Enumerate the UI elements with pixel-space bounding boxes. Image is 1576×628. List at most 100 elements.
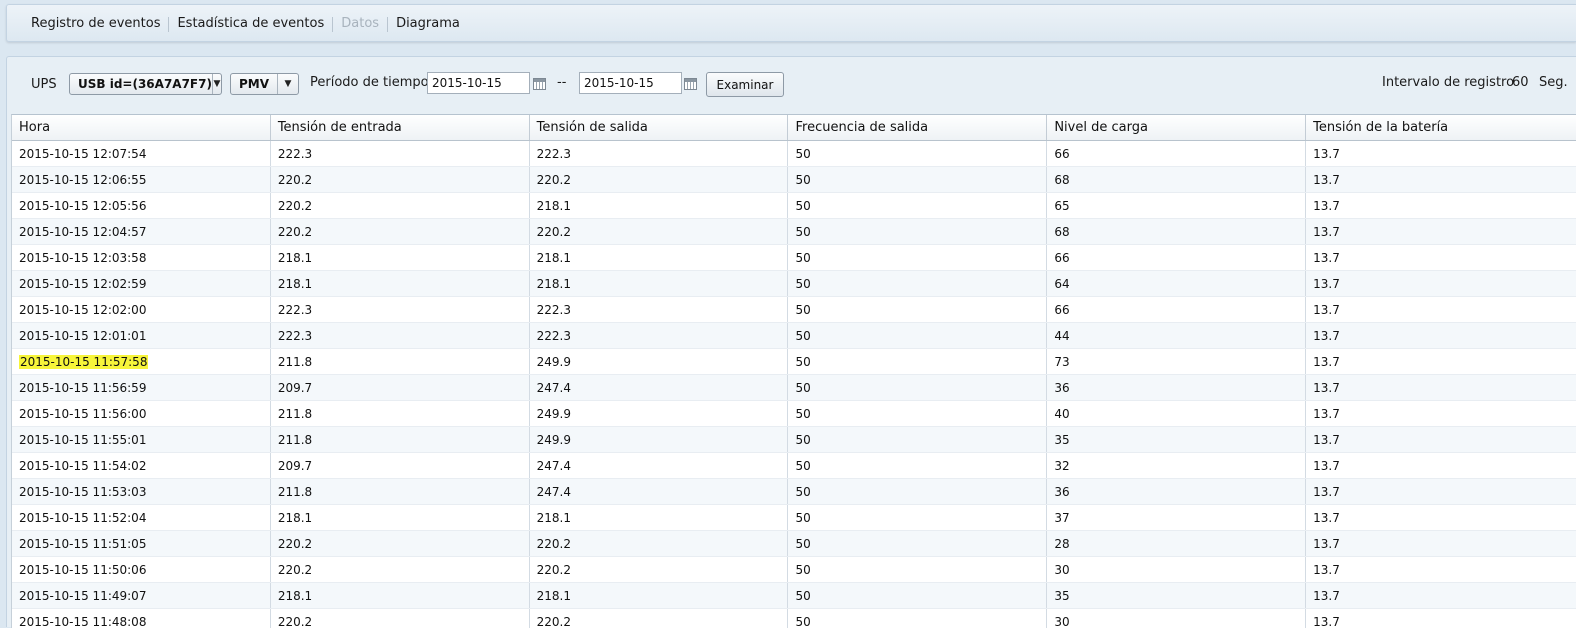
tension-entrada-cell: 222.3 [271, 297, 530, 322]
cell-value: 13.7 [1313, 355, 1340, 369]
hora-cell: 2015-10-15 12:07:54 [12, 141, 271, 166]
hora-cell: 2015-10-15 11:55:01 [12, 427, 271, 452]
frecuencia-salida-cell: 50 [788, 167, 1048, 192]
tension-entrada-cell: 220.2 [271, 557, 530, 582]
cell-value: 222.3 [536, 147, 572, 161]
table-row[interactable]: 2015-10-15 12:02:00 222.3 222.3 50 66 13.7 [12, 297, 1576, 323]
table-row[interactable]: 2015-10-15 12:04:57 220.2 220.2 50 68 13.7 [12, 219, 1576, 245]
hora-cell: 2015-10-15 11:49:07 [12, 583, 271, 608]
cell-value: 218.1 [277, 511, 313, 525]
table-row[interactable]: 2015-10-15 11:53:03 211.8 247.4 50 36 13.7 [12, 479, 1576, 505]
table-row[interactable]: 2015-10-15 11:52:04 218.1 218.1 50 37 13.7 [12, 505, 1576, 531]
cell-value: 2015-10-15 12:04:57 [19, 225, 147, 239]
table-row[interactable]: 2015-10-15 11:48:08 220.2 220.2 50 30 13.7 [12, 609, 1576, 628]
table-body: 2015-10-15 12:07:54 222.3 222.3 50 66 13.7 201… [12, 141, 1576, 628]
cell-value: 50 [795, 511, 811, 525]
tension-entrada-cell: 218.1 [271, 505, 530, 530]
tension-bateria-cell: 13.7 [1306, 323, 1576, 348]
interval-unit: Seg. [1539, 75, 1568, 90]
tension-entrada-cell: 218.1 [271, 245, 530, 270]
tension-salida-cell: 222.3 [530, 141, 789, 166]
column-header-tension-bateria[interactable]: Tensión de la batería [1306, 115, 1576, 140]
column-header-frecuencia-salida[interactable]: Frecuencia de salida [788, 115, 1048, 140]
cell-value: 32 [1054, 459, 1070, 473]
cell-value: 13.7 [1313, 563, 1340, 577]
cell-value: 13.7 [1313, 277, 1340, 291]
hora-cell: 2015-10-15 12:02:00 [12, 297, 271, 322]
cell-value: 249.9 [536, 355, 572, 369]
cell-value: 35 [1054, 589, 1070, 603]
nivel-carga-cell: 37 [1047, 505, 1307, 530]
device-select[interactable]: USB id=(36A7A7F7) ▼ [69, 73, 222, 95]
tension-salida-cell: 247.4 [530, 479, 789, 504]
calendar-icon[interactable] [684, 78, 697, 90]
table-row[interactable]: 2015-10-15 12:06:55 220.2 220.2 50 68 13.7 [12, 167, 1576, 193]
column-header-hora[interactable]: Hora [12, 115, 271, 140]
table-row[interactable]: 2015-10-15 12:01:01 222.3 222.3 50 44 13.7 [12, 323, 1576, 349]
table-row[interactable]: 2015-10-15 11:56:00 211.8 249.9 50 40 13.7 [12, 401, 1576, 427]
cell-value: 2015-10-15 11:54:02 [19, 459, 147, 473]
calendar-icon[interactable] [533, 78, 546, 90]
tab-registro-de-eventos[interactable]: Registro de eventos [23, 16, 168, 32]
table-row[interactable]: 2015-10-15 11:57:58 211.8 249.9 50 73 13.7 [12, 349, 1576, 375]
table-row[interactable]: 2015-10-15 12:02:59 218.1 218.1 50 64 13.7 [12, 271, 1576, 297]
column-header-nivel-carga[interactable]: Nivel de carga [1047, 115, 1307, 140]
cell-value: 50 [795, 329, 811, 343]
interval-label: Intervalo de registro [1382, 75, 1515, 90]
type-select[interactable]: PMV ▼ [230, 73, 299, 95]
tension-bateria-cell: 13.7 [1306, 193, 1576, 218]
tension-bateria-cell: 13.7 [1306, 141, 1576, 166]
cell-value: 13.7 [1313, 407, 1340, 421]
date-to-input[interactable] [579, 72, 682, 94]
frecuencia-salida-cell: 50 [788, 557, 1048, 582]
cell-value: 209.7 [277, 381, 313, 395]
tab-estadistica-de-eventos[interactable]: Estadística de eventos [169, 16, 332, 32]
cell-value: 50 [795, 589, 811, 603]
tension-bateria-cell: 13.7 [1306, 245, 1576, 270]
table-row[interactable]: 2015-10-15 11:54:02 209.7 247.4 50 32 13.7 [12, 453, 1576, 479]
chevron-down-icon[interactable]: ▼ [277, 74, 298, 94]
frecuencia-salida-cell: 50 [788, 141, 1048, 166]
column-header-tension-entrada[interactable]: Tensión de entrada [271, 115, 530, 140]
nivel-carga-cell: 30 [1047, 609, 1307, 628]
tension-salida-cell: 247.4 [530, 375, 789, 400]
cell-value: 13.7 [1313, 147, 1340, 161]
cell-value: 50 [795, 537, 811, 551]
cell-value: 220.2 [536, 173, 572, 187]
cell-value: 247.4 [536, 485, 572, 499]
tab-diagrama[interactable]: Diagrama [388, 16, 468, 32]
table-row[interactable]: 2015-10-15 11:56:59 209.7 247.4 50 36 13.7 [12, 375, 1576, 401]
cell-value: 35 [1054, 433, 1070, 447]
table-row[interactable]: 2015-10-15 12:07:54 222.3 222.3 50 66 13.7 [12, 141, 1576, 167]
table-row[interactable]: 2015-10-15 11:51:05 220.2 220.2 50 28 13.7 [12, 531, 1576, 557]
cell-value: 2015-10-15 12:03:58 [19, 251, 147, 265]
table-row[interactable]: 2015-10-15 12:03:58 218.1 218.1 50 66 13.7 [12, 245, 1576, 271]
hora-cell: 2015-10-15 12:06:55 [12, 167, 271, 192]
frecuencia-salida-cell: 50 [788, 219, 1048, 244]
hora-cell: 2015-10-15 12:05:56 [12, 193, 271, 218]
tension-salida-cell: 247.4 [530, 453, 789, 478]
tension-salida-cell: 220.2 [530, 167, 789, 192]
highlighted-time-value: 2015-10-15 11:57:58 [19, 355, 149, 369]
date-from-input[interactable] [427, 72, 530, 94]
cell-value: 211.8 [277, 355, 313, 369]
tension-entrada-cell: 220.2 [271, 193, 530, 218]
chevron-down-icon[interactable]: ▼ [211, 74, 221, 94]
column-header-tension-salida[interactable]: Tensión de salida [530, 115, 789, 140]
table-row[interactable]: 2015-10-15 11:55:01 211.8 249.9 50 35 13.7 [12, 427, 1576, 453]
table-row[interactable]: 2015-10-15 12:05:56 220.2 218.1 50 65 13.7 [12, 193, 1576, 219]
examine-button[interactable]: Examinar [706, 72, 784, 97]
tab-datos: Datos [341, 16, 380, 31]
hora-cell: 2015-10-15 11:50:06 [12, 557, 271, 582]
tension-bateria-cell: 13.7 [1306, 531, 1576, 556]
nivel-carga-cell: 36 [1047, 479, 1307, 504]
table-row[interactable]: 2015-10-15 11:50:06 220.2 220.2 50 30 13.7 [12, 557, 1576, 583]
cell-value: 64 [1054, 277, 1070, 291]
cell-value: 218.1 [536, 589, 572, 603]
tension-salida-cell: 218.1 [530, 271, 789, 296]
table-row[interactable]: 2015-10-15 11:49:07 218.1 218.1 50 35 13.7 [12, 583, 1576, 609]
cell-value: 50 [795, 251, 811, 265]
cell-value: 50 [795, 173, 811, 187]
nivel-carga-cell: 68 [1047, 219, 1307, 244]
cell-value: 2015-10-15 12:02:59 [19, 277, 147, 291]
